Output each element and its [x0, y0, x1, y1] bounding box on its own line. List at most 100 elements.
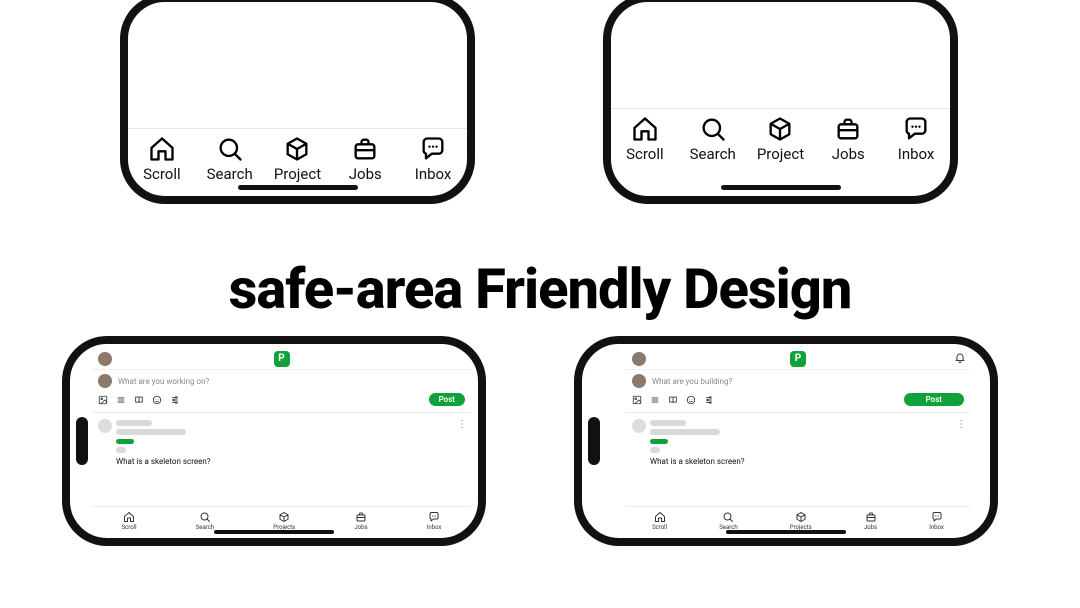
composer: What are you building? Post	[626, 370, 970, 413]
tab-jobs[interactable]: Jobs	[336, 135, 394, 183]
tab-search[interactable]: Search	[684, 115, 742, 163]
cube-icon	[795, 511, 807, 523]
tab-label: Inbox	[898, 145, 935, 163]
app-screen: P What are you working on? Post ⋮ W	[92, 348, 471, 534]
home-icon	[148, 135, 176, 163]
cube-icon	[766, 115, 794, 143]
home-indicator	[726, 530, 846, 534]
tab-label: Search	[207, 165, 253, 183]
tab-inbox[interactable]: Inbox	[404, 135, 462, 183]
tab-search[interactable]: Search	[201, 135, 259, 183]
briefcase-icon	[865, 511, 877, 523]
tab-label: Inbox	[415, 165, 452, 183]
home-indicator	[721, 185, 841, 190]
tab-label: Jobs	[832, 145, 865, 163]
cube-icon	[278, 511, 290, 523]
chat-icon	[931, 511, 943, 523]
app-header: P	[626, 348, 970, 370]
phone-mockup-portrait-left: Scroll Search Project Jobs Inbox	[120, 0, 475, 204]
tab-scroll[interactable]: Scroll	[133, 135, 191, 183]
tab-label: Jobs	[864, 524, 877, 531]
briefcase-icon	[834, 115, 862, 143]
search-icon	[699, 115, 727, 143]
phone-mockup-landscape-left: P What are you working on? Post ⋮ W	[62, 336, 486, 546]
skeleton-line	[650, 439, 668, 444]
cube-icon	[283, 135, 311, 163]
tab-label: Scroll	[143, 165, 181, 183]
avatar	[632, 374, 646, 388]
tab-inbox[interactable]: Inbox	[929, 511, 944, 531]
chat-icon	[419, 135, 447, 163]
chat-icon	[428, 511, 440, 523]
app-header: P	[92, 348, 471, 370]
avatar	[632, 419, 646, 433]
skeleton-line	[650, 429, 720, 435]
tab-scroll[interactable]: Scroll	[122, 511, 137, 531]
tab-label: Search	[196, 524, 214, 531]
tab-scroll[interactable]: Scroll	[616, 115, 674, 163]
composer-placeholder[interactable]: What are you working on?	[118, 377, 209, 386]
tab-projects[interactable]: Projects	[273, 511, 295, 531]
skeleton-line	[116, 429, 186, 435]
composer-placeholder[interactable]: What are you building?	[652, 377, 732, 386]
tab-jobs[interactable]: Jobs	[864, 511, 877, 531]
tab-jobs[interactable]: Jobs	[354, 511, 367, 531]
sliders-icon[interactable]	[170, 395, 180, 405]
tab-project[interactable]: Project	[751, 115, 809, 163]
image-icon[interactable]	[632, 395, 642, 405]
search-icon	[722, 511, 734, 523]
smile-icon[interactable]	[686, 395, 696, 405]
feed: ⋮ What is a skeleton screen?	[626, 413, 970, 506]
tab-label: Search	[690, 145, 736, 163]
tab-bar: Scroll Search Project Jobs Inbox	[611, 108, 950, 176]
book-icon[interactable]	[668, 395, 678, 405]
tab-scroll[interactable]: Scroll	[652, 511, 667, 531]
list-icon[interactable]	[116, 395, 126, 405]
tab-label: Project	[757, 145, 804, 163]
tab-search[interactable]: Search	[719, 511, 737, 531]
avatar[interactable]	[632, 352, 646, 366]
tab-project[interactable]: Project	[268, 135, 326, 183]
tab-inbox[interactable]: Inbox	[887, 115, 945, 163]
smile-icon[interactable]	[152, 395, 162, 405]
home-indicator	[238, 185, 358, 190]
home-icon	[123, 511, 135, 523]
tab-label: Jobs	[354, 524, 367, 531]
skeleton-line	[650, 420, 686, 426]
skeleton-line	[116, 439, 134, 444]
post-button[interactable]: Post	[429, 393, 465, 406]
home-indicator	[214, 530, 334, 534]
phone-mockup-portrait-right: Scroll Search Project Jobs Inbox	[603, 0, 958, 204]
tab-label: Inbox	[929, 524, 944, 531]
home-icon	[631, 115, 659, 143]
more-menu-icon[interactable]: ⋮	[956, 419, 966, 430]
home-icon	[654, 511, 666, 523]
avatar	[98, 374, 112, 388]
briefcase-icon	[351, 135, 379, 163]
sliders-icon[interactable]	[704, 395, 714, 405]
search-icon	[216, 135, 244, 163]
app-logo: P	[274, 351, 290, 367]
avatar	[98, 419, 112, 433]
tab-label: Scroll	[626, 145, 664, 163]
bell-icon[interactable]	[954, 351, 966, 366]
tab-inbox[interactable]: Inbox	[427, 511, 442, 531]
page-title: safe-area Friendly Design	[0, 256, 1080, 322]
post-button[interactable]: Post	[904, 393, 964, 406]
skeleton-line	[116, 420, 152, 426]
list-icon[interactable]	[650, 395, 660, 405]
tab-label: Scroll	[652, 524, 667, 531]
tab-jobs[interactable]: Jobs	[819, 115, 877, 163]
skeleton-line	[650, 447, 660, 453]
tab-projects[interactable]: Projects	[790, 511, 812, 531]
post-text: What is a skeleton screen?	[650, 457, 745, 466]
avatar[interactable]	[98, 352, 112, 366]
image-icon[interactable]	[98, 395, 108, 405]
more-menu-icon[interactable]: ⋮	[457, 419, 467, 430]
chat-icon	[902, 115, 930, 143]
tab-label: Jobs	[349, 165, 382, 183]
tab-search[interactable]: Search	[196, 511, 214, 531]
book-icon[interactable]	[134, 395, 144, 405]
post-text: What is a skeleton screen?	[116, 457, 211, 466]
app-logo: P	[790, 351, 806, 367]
